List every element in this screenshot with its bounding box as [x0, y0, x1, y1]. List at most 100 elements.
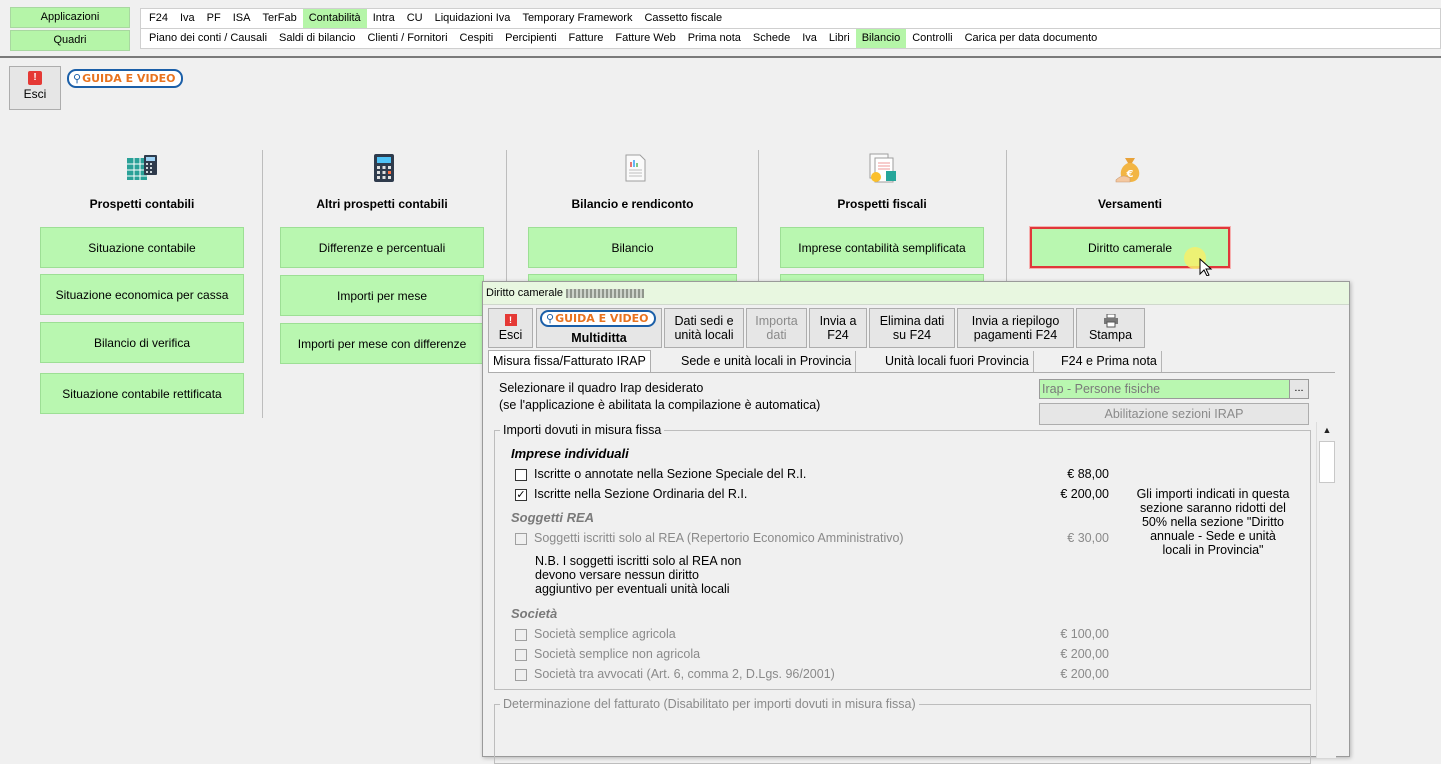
submenu-item-prima-nota[interactable]: Prima nota: [682, 29, 747, 48]
invia-riepilogo-f24-button[interactable]: Invia a riepilogo pagamenti F24: [957, 308, 1074, 348]
societa-agricola-label: Società semplice agricola: [534, 627, 676, 641]
submenu-item-clienti-fornitori[interactable]: Clienti / Fornitori: [361, 29, 453, 48]
societa-avvocati-checkbox[interactable]: [515, 669, 527, 681]
submenu-item-libri[interactable]: Libri: [823, 29, 856, 48]
dialog-guida-video-button[interactable]: ⚲GUIDA E VIDEO: [540, 310, 656, 327]
situazione-contabile-rettificata-button[interactable]: Situazione contabile rettificata: [40, 373, 244, 414]
vertical-scrollbar[interactable]: ▲: [1316, 422, 1336, 758]
importi-per-mese-button[interactable]: Importi per mese: [280, 275, 484, 316]
submenu-item-bilancio[interactable]: Bilancio: [855, 29, 907, 48]
submenu-item-schede[interactable]: Schede: [747, 29, 796, 48]
importi-mese-differenze-button[interactable]: Importi per mese con differenze: [280, 323, 484, 364]
determinazione-fatturato-group: [494, 704, 1311, 764]
soggetti-rea-title: Soggetti REA: [511, 510, 595, 525]
soggetti-rea-amount: € 30,00: [1067, 531, 1109, 545]
menu-item-isa[interactable]: ISA: [227, 9, 257, 28]
situazione-contabile-button[interactable]: Situazione contabile: [40, 227, 244, 268]
riduzione-note-line: sezione saranno ridotti del: [1140, 501, 1286, 515]
submenu-item-saldi-di-bilancio[interactable]: Saldi di bilancio: [273, 29, 361, 48]
submenu-item-carica-per-data-documento[interactable]: Carica per data documento: [959, 29, 1104, 48]
tab-f24-prima-nota[interactable]: F24 e Prima nota: [1057, 351, 1162, 372]
sezione-ordinaria-amount: € 200,00: [1060, 487, 1109, 501]
esci-button[interactable]: ! Esci: [9, 66, 61, 110]
bilancio-verifica-button[interactable]: Bilancio di verifica: [40, 322, 244, 363]
multiditta-box[interactable]: ⚲GUIDA E VIDEO Multiditta: [536, 308, 662, 348]
menu-item-pf[interactable]: PF: [201, 9, 227, 28]
bilancio-button[interactable]: Bilancio: [528, 227, 737, 268]
column-divider: [262, 150, 263, 418]
submenu-item-piano-dei-conti-causali[interactable]: Piano dei conti / Causali: [143, 29, 273, 48]
soggetti-rea-checkbox[interactable]: [515, 533, 527, 545]
imprese-contabilita-semplificata-button[interactable]: Imprese contabilità semplificata: [780, 227, 984, 268]
guida-video-button[interactable]: ⚲GUIDA E VIDEO: [67, 69, 183, 88]
stampa-label: Stampa: [1088, 328, 1133, 342]
invia-f24-label-2: F24: [827, 328, 849, 342]
dati-sedi-label-1: Dati sedi e: [674, 314, 734, 328]
rea-note-line: devono versare nessun diritto: [535, 568, 699, 582]
submenu-item-fatture[interactable]: Fatture: [563, 29, 610, 48]
rea-note: N.B. I soggetti iscritti solo al REA non…: [535, 554, 741, 596]
importa-dati-button[interactable]: Importa dati: [746, 308, 807, 348]
irap-select-field[interactable]: Irap - Persone fisiche: [1039, 379, 1290, 399]
riepilogo-label-1: Invia a riepilogo: [971, 314, 1060, 328]
submenu-item-controlli[interactable]: Controlli: [906, 29, 958, 48]
report-document-icon: [625, 154, 646, 182]
dati-sedi-button[interactable]: Dati sedi e unità locali: [664, 308, 744, 348]
guida-label: GUIDA E VIDEO: [82, 72, 176, 85]
column-title-prospetti-fiscali: Prospetti fiscali: [837, 197, 927, 211]
menu-item-iva[interactable]: Iva: [174, 9, 201, 28]
elimina-label-1: Elimina dati: [879, 314, 945, 328]
tab-unita-fuori-provincia[interactable]: Unità locali fuori Provincia: [881, 351, 1034, 372]
situazione-economica-cassa-button[interactable]: Situazione economica per cassa: [40, 274, 244, 315]
tab-sede-unita-locali[interactable]: Sede e unità locali in Provincia: [677, 351, 857, 372]
menu-item-intra[interactable]: Intra: [367, 9, 401, 28]
spreadsheet-calculator-icon: [127, 155, 157, 180]
societa-avvocati-label: Società tra avvocati (Art. 6, comma 2, D…: [534, 667, 835, 681]
societa-title: Società: [511, 606, 558, 621]
menu-item-cu[interactable]: CU: [401, 9, 429, 28]
menu-row-sub: Piano dei conti / Causali Saldi di bilanc…: [140, 28, 1441, 49]
menu-row-top: F24 Iva PF ISA TerFab Contabilità Intra CU Liqui…: [140, 8, 1441, 29]
menu-item-temporary-framework[interactable]: Temporary Framework: [516, 9, 638, 28]
applicazioni-button[interactable]: Applicazioni: [10, 7, 130, 28]
submenu-item-iva[interactable]: Iva: [796, 29, 823, 48]
scroll-up-icon[interactable]: ▲: [1317, 422, 1337, 439]
societa-non-agricola-checkbox[interactable]: [515, 649, 527, 661]
dialog-esci-label: Esci: [498, 328, 523, 342]
stampa-button[interactable]: Stampa: [1076, 308, 1145, 348]
menu-item-cassetto-fiscale[interactable]: Cassetto fiscale: [638, 9, 728, 28]
importa-label-1: Importa: [755, 314, 798, 328]
sezione-ordinaria-checkbox[interactable]: ✓: [515, 489, 527, 501]
riduzione-note-line: annuale - Sede e unità: [1150, 529, 1276, 543]
irap-browse-button[interactable]: ...: [1289, 379, 1309, 399]
tab-misura-fissa[interactable]: Misura fissa/Fatturato IRAP: [488, 350, 651, 373]
sezione-speciale-checkbox[interactable]: [515, 469, 527, 481]
societa-agricola-checkbox[interactable]: [515, 629, 527, 641]
riduzione-note: Gli importi indicati in questa sezione s…: [1123, 487, 1303, 557]
scroll-thumb[interactable]: [1319, 441, 1335, 483]
menu-item-contabilit[interactable]: Contabilità: [302, 9, 367, 28]
menu-item-terfab[interactable]: TerFab: [256, 9, 302, 28]
dati-sedi-label-2: unità locali: [674, 328, 734, 342]
menu-item-liquidazioni-iva[interactable]: Liquidazioni Iva: [429, 9, 517, 28]
invia-f24-button[interactable]: Invia a F24: [809, 308, 867, 348]
search-icon: ⚲: [73, 72, 82, 85]
submenu-item-cespiti[interactable]: Cespiti: [454, 29, 500, 48]
diritto-camerale-dialog: Diritto camerale ! Esci ⚲GUIDA E VIDEO M…: [482, 281, 1350, 764]
select-quadro-hint: (se l'applicazione è abilitata la compil…: [499, 398, 821, 412]
elimina-dati-f24-button[interactable]: Elimina dati su F24: [869, 308, 955, 348]
abilitazione-irap-button[interactable]: Abilitazione sezioni IRAP: [1039, 403, 1309, 425]
top-menu-bar: Applicazioni Quadri F24 Iva PF ISA TerFab Con…: [0, 0, 1441, 58]
quadri-button[interactable]: Quadri: [10, 30, 130, 51]
exit-icon: !: [28, 71, 42, 85]
submenu-item-fatture-web[interactable]: Fatture Web: [609, 29, 681, 48]
mouse-cursor-icon: [1184, 247, 1213, 276]
column-title-altri-prospetti: Altri prospetti contabili: [316, 197, 448, 211]
elimina-label-2: su F24: [892, 328, 932, 342]
differenze-percentuali-button[interactable]: Differenze e percentuali: [280, 227, 484, 268]
submenu-item-percipienti[interactable]: Percipienti: [499, 29, 562, 48]
menu-item-f24[interactable]: F24: [143, 9, 174, 28]
dialog-esci-button[interactable]: ! Esci: [488, 308, 533, 348]
importi-misura-fissa-title: Importi dovuti in misura fissa: [500, 423, 665, 437]
riduzione-note-line: Gli importi indicati in questa: [1136, 487, 1290, 501]
